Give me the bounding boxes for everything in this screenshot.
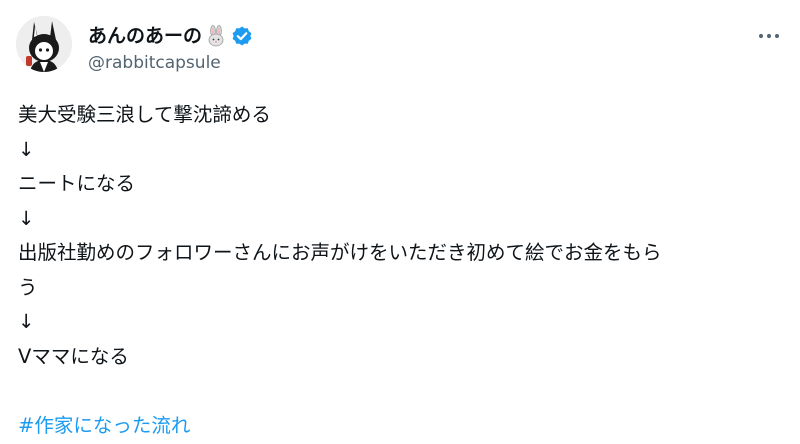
tweet-line: ニートになる [18,172,136,195]
more-horizontal-icon [759,34,779,38]
tweet-card: あんのあーの @rabbitcapsule 美大受験三浪して撃沈諦める ↓ ニー… [0,0,800,444]
tweet-line: ↓ [18,137,35,161]
more-options-button[interactable] [756,26,782,46]
author-handle[interactable]: @rabbitcapsule [88,52,221,74]
verified-badge-icon [231,25,253,47]
tweet-line: ↓ [18,206,35,230]
tweet-text: 美大受験三浪して撃沈諦める ↓ ニートになる ↓ 出版社勤めのフォロワーさんにお… [18,98,788,443]
author-name-row: あんのあーの [88,23,253,49]
avatar[interactable] [16,16,72,72]
tweet-line: ↓ [18,310,35,333]
tweet-line: 出版社勤めのフォロワーさんにお声がけをいただき初めて絵でお金をもら [18,241,662,264]
hashtag-link[interactable]: #作家になった流れ [18,409,788,444]
display-name[interactable]: あんのあーの [88,23,202,49]
avatar-rabbit-illustration [16,16,72,72]
tweet-line: Vママになる [18,344,129,368]
tweet-line: う [18,275,38,299]
rabbit-emoji-icon [205,25,227,47]
tweet-line: 美大受験三浪して撃沈諦める [18,103,271,126]
